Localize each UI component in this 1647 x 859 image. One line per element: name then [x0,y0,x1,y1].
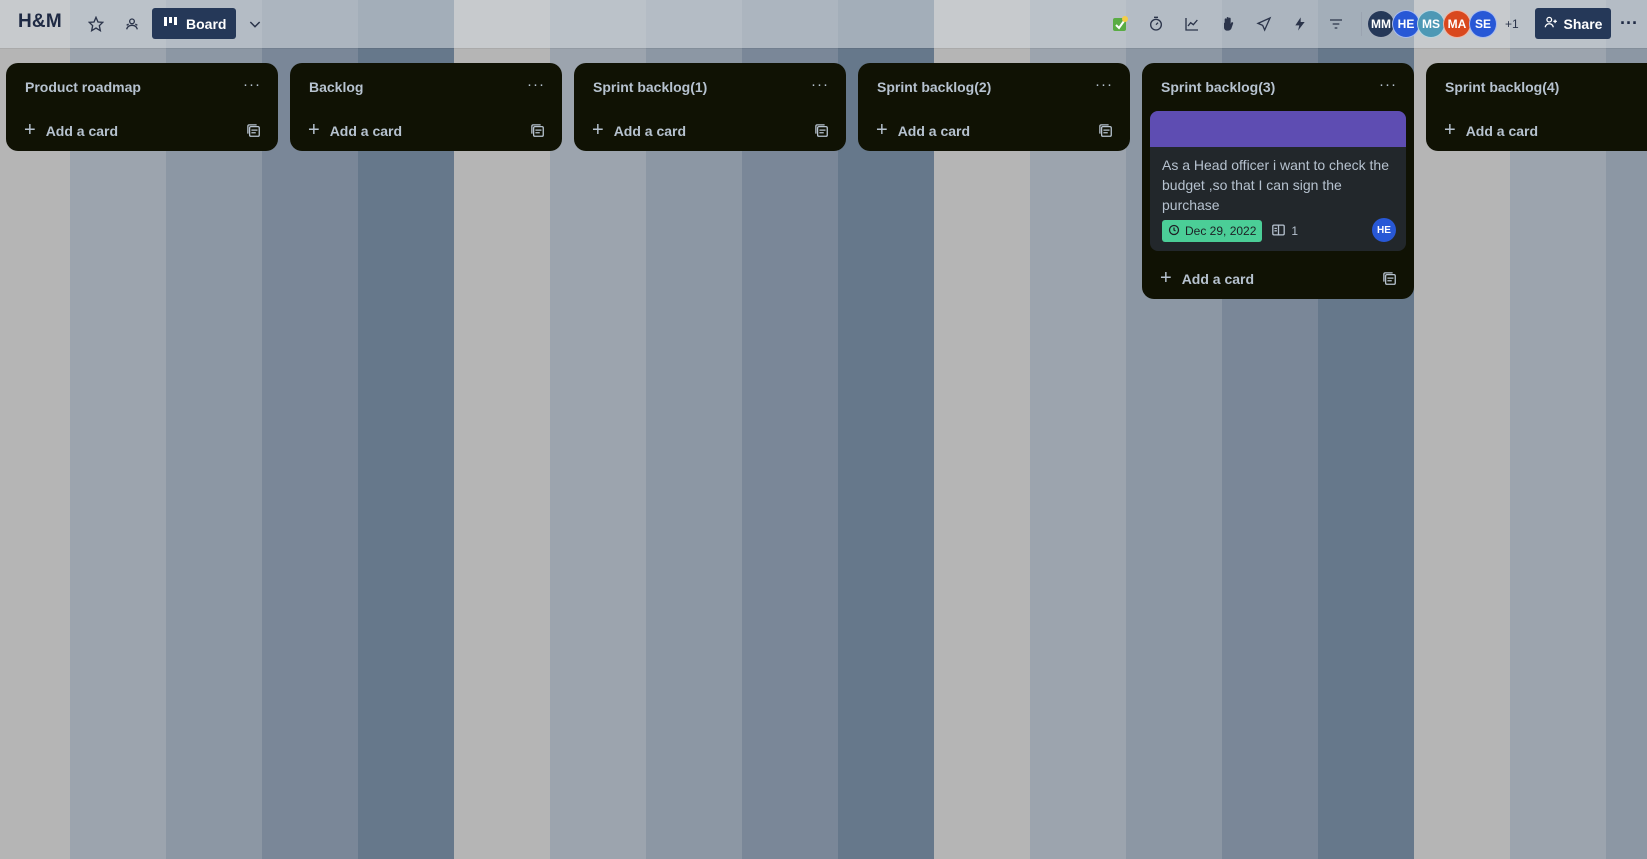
list-header: Sprint backlog(4) [1426,63,1647,111]
add-card-label: Add a card [1181,271,1255,287]
list-header: Sprint backlog(2) ··· [858,63,1130,111]
card-template-icon[interactable] [526,119,550,143]
due-date-label: Dec 29, 2022 [1185,224,1257,238]
member-avatar[interactable]: MA [1443,10,1471,38]
card-title: As a Head officer i want to check the bu… [1162,157,1389,213]
add-card-row: + Add a card [858,111,1130,151]
add-card-row: + Add a card [1426,111,1647,151]
share-label: Share [1563,15,1603,32]
list-menu-button[interactable]: ··· [808,76,832,96]
list-header: Product roadmap ··· [6,63,278,111]
plus-icon: + [876,119,888,141]
clock-icon [1168,224,1180,239]
powerup-check-icon[interactable] [1107,11,1133,37]
add-card-label: Add a card [1465,123,1539,139]
card[interactable]: As a Head officer i want to check the bu… [1150,111,1406,251]
card-template-icon[interactable] [242,119,266,143]
add-card-row: + Add a card [574,111,846,151]
plus-icon: + [1444,119,1456,141]
extra-members-count[interactable]: +1 [1505,17,1519,31]
plus-icon: + [592,119,604,141]
add-card-row: + Add a card [290,111,562,151]
card-badges: Dec 29, 2022 1 [1162,219,1394,243]
add-card-row: + Add a card [6,111,278,151]
list-header: Sprint backlog(1) ··· [574,63,846,111]
list-title[interactable]: Sprint backlog(1) [593,79,707,95]
card-member-avatar[interactable]: HE [1372,218,1396,242]
add-card-button[interactable]: + Add a card [298,115,508,147]
list-header: Sprint backlog(3) ··· [1142,63,1414,111]
list-header: Backlog ··· [290,63,562,111]
plus-icon: + [24,119,36,141]
list-title[interactable]: Product roadmap [25,79,141,95]
board-view-icon [164,16,178,32]
workspace-visibility-icon[interactable] [119,11,145,37]
member-avatar[interactable]: MS [1417,10,1445,38]
add-user-icon [1544,15,1558,32]
board-menu-button[interactable]: ··· [1615,9,1643,37]
list-title[interactable]: Sprint backlog(2) [877,79,991,95]
board-title[interactable]: H&M [18,11,62,33]
add-card-row: + Add a card [1142,259,1414,299]
share-button[interactable]: Share [1535,8,1611,39]
list-title[interactable]: Backlog [309,79,363,95]
hand-icon[interactable] [1215,11,1241,37]
card-template-icon [1272,223,1286,239]
add-card-button[interactable]: + Add a card [14,115,224,147]
list-menu-button[interactable]: ··· [1092,76,1116,96]
plus-icon: + [1160,267,1172,289]
automation-icon[interactable] [1287,11,1313,37]
member-avatar[interactable]: MM [1367,10,1395,38]
list[interactable]: Sprint backlog(2) ··· + Add a card [858,63,1130,151]
card-template-icon[interactable] [810,119,834,143]
attachment-count: 1 [1291,224,1299,238]
list[interactable]: Product roadmap ··· + Add a card [6,63,278,151]
send-icon[interactable] [1251,11,1277,37]
list-menu-button[interactable]: ··· [524,76,548,96]
add-card-label: Add a card [45,123,119,139]
list-title[interactable]: Sprint backlog(4) [1445,79,1559,95]
add-card-button[interactable]: + Add a card [1150,263,1360,295]
card-cover [1150,111,1406,147]
list[interactable]: Sprint backlog(3) ··· As a Head officer … [1142,63,1414,299]
star-icon[interactable] [83,11,109,37]
list-menu-button[interactable]: ··· [240,76,264,96]
list-menu-button[interactable]: ··· [1376,76,1400,96]
filter-icon[interactable] [1323,11,1349,37]
add-card-button[interactable]: + Add a card [1434,115,1644,147]
add-card-button[interactable]: + Add a card [582,115,792,147]
card-body: As a Head officer i want to check the bu… [1150,147,1406,251]
list[interactable]: Sprint backlog(4) + Add a card [1426,63,1647,151]
board-view-button[interactable]: Board [152,8,236,39]
add-card-label: Add a card [897,123,971,139]
chevron-down-icon[interactable] [242,11,268,37]
powerup-timer-icon[interactable] [1143,11,1169,37]
member-avatar[interactable]: SE [1469,10,1497,38]
add-card-button[interactable]: + Add a card [866,115,1076,147]
attachment-badge: 1 [1272,223,1299,239]
due-date-badge[interactable]: Dec 29, 2022 [1162,220,1263,242]
list[interactable]: Sprint backlog(1) ··· + Add a card [574,63,846,151]
list-title[interactable]: Sprint backlog(3) [1161,79,1275,95]
add-card-label: Add a card [329,123,403,139]
plus-icon: + [308,119,320,141]
member-avatar[interactable]: HE [1392,10,1420,38]
card-template-icon[interactable] [1094,119,1118,143]
board-view-label: Board [186,15,227,32]
list[interactable]: Backlog ··· + Add a card [290,63,562,151]
chart-icon[interactable] [1179,11,1205,37]
card-template-icon[interactable] [1378,267,1402,291]
header-divider [1361,12,1362,36]
board-header: H&M Board MM HE MS MA SE +1 Share ··· [0,0,1647,48]
add-card-label: Add a card [613,123,687,139]
